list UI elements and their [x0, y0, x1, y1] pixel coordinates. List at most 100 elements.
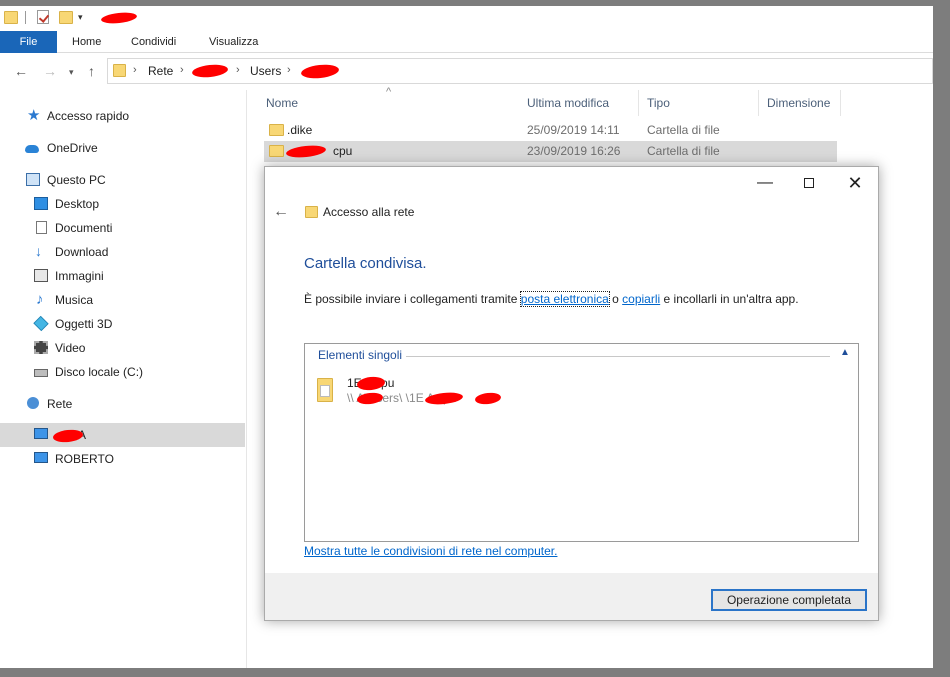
minimize-button[interactable]: — — [753, 173, 777, 193]
nav-item-video[interactable]: Video — [0, 336, 240, 360]
breadcrumb-users[interactable]: Users — [250, 64, 281, 78]
show-all-shares-link[interactable]: Mostra tutte le condivisioni di rete nel… — [304, 544, 557, 558]
nav-item-label: Musica — [55, 293, 94, 307]
folder-icon[interactable] — [4, 11, 18, 24]
file-type: Cartella di file — [647, 123, 720, 137]
computer-icon — [34, 452, 48, 463]
breadcrumb-separator: › — [133, 64, 137, 76]
nav-item-disco-locale[interactable]: Disco locale (C:) — [0, 360, 240, 384]
address-row: ← → ▾ ↑ › Rete › › Users › — [0, 58, 933, 84]
column-headers: ^ Nome Ultima modifica Tipo Dimensione — [258, 86, 841, 116]
network-icon — [27, 397, 39, 409]
quick-access-dropdown-icon[interactable]: ▾ — [78, 12, 83, 23]
network-share-icon — [305, 206, 318, 218]
music-icon: ♪ — [36, 291, 44, 308]
column-header-ultima-modifica[interactable]: Ultima modifica — [519, 90, 639, 116]
column-header-tipo[interactable]: Tipo — [639, 90, 759, 116]
cloud-icon — [25, 145, 39, 153]
redaction-mark — [100, 11, 138, 25]
redaction-mark — [474, 391, 502, 406]
drive-icon — [34, 369, 48, 377]
done-button[interactable]: Operazione completata — [711, 589, 867, 611]
nav-item-label: Rete — [47, 397, 73, 411]
nav-item-label: Download — [55, 245, 109, 259]
nav-item-questo-pc[interactable]: Questo PC — [0, 168, 240, 192]
download-icon: ↓ — [35, 243, 42, 259]
shared-items-list: Elementi singoli ▲ 1E A cpu \\ A\Users\ … — [304, 343, 859, 542]
star-icon: ★ — [27, 107, 41, 124]
video-icon — [34, 341, 48, 354]
description-text: e incollarli in un'altra app. — [660, 292, 799, 306]
ribbon-tabs: File Home Condividi Visualizza — [0, 31, 933, 53]
breadcrumb-separator: › — [180, 64, 184, 76]
file-name: cpu — [333, 144, 353, 158]
computer-icon — [34, 428, 48, 439]
breadcrumb-rete[interactable]: Rete — [148, 64, 173, 78]
toolbar-separator — [25, 11, 26, 24]
dialog-heading: Cartella condivisa. — [304, 255, 427, 272]
redaction-mark — [300, 63, 340, 80]
dialog-title: Accesso alla rete — [323, 205, 415, 219]
tab-condividi[interactable]: Condividi — [131, 31, 176, 53]
network-access-dialog: — ✕ ← Accesso alla rete Cartella condivi… — [264, 166, 879, 621]
file-name: .dike — [287, 123, 313, 137]
file-row[interactable]: .dike 25/09/2019 14:11 Cartella di file — [264, 120, 837, 141]
column-header-nome[interactable]: Nome — [258, 90, 516, 116]
nav-item-accesso-rapido[interactable]: ★ Accesso rapido — [0, 104, 240, 128]
maximize-button[interactable] — [797, 173, 821, 193]
close-button[interactable]: ✕ — [843, 173, 867, 193]
title-bar: ▾ — [0, 6, 933, 31]
desktop-icon — [34, 197, 48, 210]
new-folder-icon[interactable] — [59, 11, 73, 24]
recent-locations-chevron-icon[interactable]: ▾ — [69, 67, 74, 78]
nav-item-label: Video — [55, 341, 86, 355]
nav-item-desktop[interactable]: Desktop — [0, 192, 240, 216]
collapse-chevron-icon[interactable]: ▲ — [840, 347, 850, 358]
nav-item-label: Questo PC — [47, 173, 106, 187]
pictures-icon — [34, 269, 48, 282]
nav-item-download[interactable]: ↓ Download — [0, 240, 240, 264]
dialog-description: È possibile inviare i collegamenti trami… — [304, 291, 799, 307]
tab-file[interactable]: File — [0, 31, 57, 53]
redaction-mark — [285, 143, 327, 160]
up-arrow-icon[interactable]: ↑ — [88, 63, 95, 79]
nav-item-onedrive[interactable]: OneDrive — [0, 136, 240, 160]
nav-item-label: Documenti — [55, 221, 113, 235]
nav-item-roberto[interactable]: ROBERTO — [0, 447, 240, 471]
address-bar[interactable]: › Rete › › Users › — [107, 58, 933, 84]
shared-folder-icon — [317, 378, 333, 402]
nav-item-computer-redacted[interactable]: A — [0, 423, 240, 447]
nav-item-label: Disco locale (C:) — [55, 365, 144, 379]
file-row-selected[interactable]: cpu 23/09/2019 16:26 Cartella di file — [264, 141, 837, 162]
nav-item-rete[interactable]: Rete — [0, 392, 240, 416]
nav-item-label: Desktop — [55, 197, 100, 211]
nav-item-label: ROBERTO — [55, 452, 114, 466]
nav-item-label: Accesso rapido — [47, 109, 130, 123]
breadcrumb-separator: › — [236, 64, 240, 76]
forward-arrow-icon[interactable]: → — [43, 63, 57, 79]
tab-home[interactable]: Home — [72, 31, 101, 53]
back-arrow-icon[interactable]: ← — [273, 203, 289, 221]
nav-item-oggetti-3d[interactable]: Oggetti 3D — [0, 312, 240, 336]
file-modified: 23/09/2019 16:26 — [527, 144, 621, 158]
description-text: È possibile inviare i collegamenti trami… — [304, 292, 521, 306]
maximize-icon — [804, 178, 814, 188]
group-title: Elementi singoli — [318, 348, 407, 362]
properties-icon[interactable] — [37, 10, 49, 24]
nav-item-musica[interactable]: ♪ Musica — [0, 288, 240, 312]
group-divider — [405, 356, 830, 357]
documents-icon — [36, 221, 47, 234]
redaction-mark — [191, 63, 229, 79]
nav-item-documenti[interactable]: Documenti — [0, 216, 240, 240]
dialog-footer: Operazione completata — [265, 573, 878, 620]
tab-visualizza[interactable]: Visualizza — [209, 31, 258, 53]
nav-item-label: OneDrive — [47, 141, 98, 155]
nav-item-immagini[interactable]: Immagini — [0, 264, 240, 288]
folder-icon — [113, 64, 126, 77]
back-arrow-icon[interactable]: ← — [14, 63, 28, 79]
computer-icon — [26, 173, 40, 186]
file-type: Cartella di file — [647, 144, 720, 158]
copy-link[interactable]: copiarli — [622, 292, 660, 306]
column-header-dimensione[interactable]: Dimensione — [759, 90, 841, 116]
email-link[interactable]: posta elettronica — [519, 291, 610, 307]
